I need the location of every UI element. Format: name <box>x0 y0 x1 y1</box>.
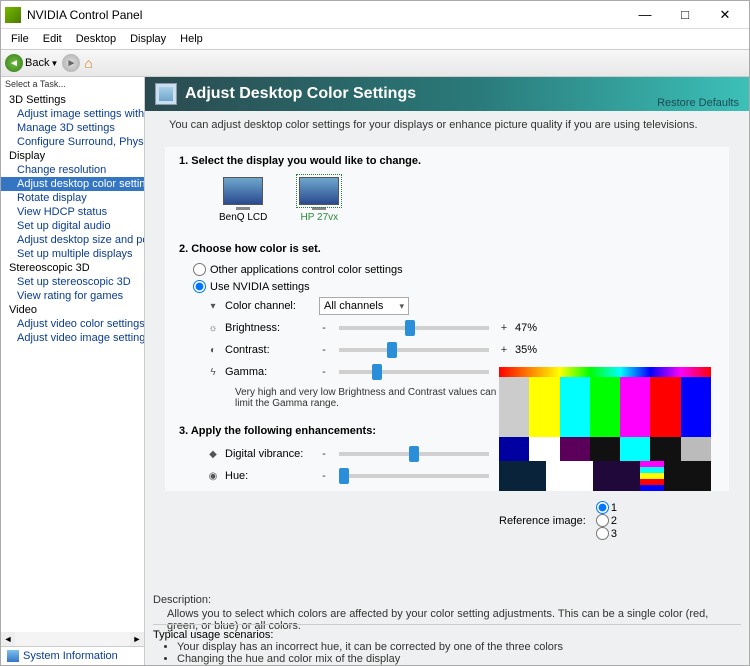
ref-image-radio-2[interactable] <box>596 514 609 527</box>
nav-item[interactable]: Configure Surround, PhysX <box>1 135 144 149</box>
radio-other-apps[interactable] <box>193 263 206 276</box>
nav-item[interactable]: Change resolution <box>1 163 144 177</box>
nav-item[interactable]: Adjust video image settings <box>1 331 144 345</box>
scenario-item: Changing the hue and color mix of the di… <box>177 653 741 665</box>
close-button[interactable]: ✕ <box>705 3 745 27</box>
nav-item[interactable]: Adjust desktop size and position <box>1 233 144 247</box>
scenario-item: Your display has an incorrect hue, it ca… <box>177 641 741 653</box>
color-slider-0[interactable] <box>339 326 489 330</box>
nav-item[interactable]: View HDCP status <box>1 205 144 219</box>
back-button[interactable]: ◄ Back ▼ <box>5 54 58 72</box>
category-display[interactable]: Display <box>1 149 144 163</box>
radio-nvidia[interactable] <box>193 280 206 293</box>
app-icon <box>5 7 21 23</box>
nav-item[interactable]: Set up stereoscopic 3D <box>1 275 144 289</box>
scroll-right-button[interactable]: ► <box>130 632 144 646</box>
color-icon: ☼ <box>207 323 219 334</box>
window-title: NVIDIA Control Panel <box>27 8 625 22</box>
minimize-button[interactable]: — <box>625 3 665 27</box>
chevron-down-icon: ▾ <box>399 301 404 312</box>
intro-text: You can adjust desktop color settings fo… <box>145 111 749 139</box>
task-hint: Select a Task... <box>1 77 144 91</box>
nav-item[interactable]: Rotate display <box>1 191 144 205</box>
monitor-icon <box>299 177 339 205</box>
system-information-link[interactable]: System Information <box>1 646 144 665</box>
maximize-button[interactable]: □ <box>665 3 705 27</box>
restore-defaults-link[interactable]: Restore Defaults <box>657 97 739 109</box>
color-icon: ϟ <box>207 367 219 378</box>
gamma-note: Very high and very low Brightness and Co… <box>207 383 507 413</box>
ref-image-radio-3[interactable] <box>596 527 609 540</box>
display-option[interactable]: HP 27vx <box>299 177 339 223</box>
menu-display[interactable]: Display <box>124 31 172 47</box>
reference-image-preview <box>499 367 711 487</box>
color-channel-dropdown[interactable]: All channels ▾ <box>319 297 409 315</box>
swatch-icon: ▾ <box>207 301 219 312</box>
ref-image-radio-1[interactable] <box>596 501 609 514</box>
color-slider-2[interactable] <box>339 370 489 374</box>
nav-item[interactable]: Adjust desktop color settings <box>1 177 144 191</box>
step2-heading: 2. Choose how color is set. <box>179 243 715 255</box>
menu-edit[interactable]: Edit <box>37 31 68 47</box>
nav-item[interactable]: Adjust video color settings <box>1 317 144 331</box>
scroll-track[interactable] <box>15 632 130 646</box>
back-arrow-icon: ◄ <box>5 54 23 72</box>
category-video[interactable]: Video <box>1 303 144 317</box>
category-3d-settings[interactable]: 3D Settings <box>1 93 144 107</box>
nav-item[interactable]: Set up multiple displays <box>1 247 144 261</box>
nav-item[interactable]: Manage 3D settings <box>1 121 144 135</box>
monitor-icon <box>223 177 263 205</box>
page-icon <box>155 83 177 105</box>
enh-slider-1[interactable] <box>339 474 489 478</box>
page-title: Adjust Desktop Color Settings <box>185 85 416 103</box>
sysinfo-icon <box>7 650 19 662</box>
category-stereoscopic-3d[interactable]: Stereoscopic 3D <box>1 261 144 275</box>
home-button[interactable]: ⌂ <box>84 55 92 71</box>
menu-file[interactable]: File <box>5 31 35 47</box>
nav-item[interactable]: Set up digital audio <box>1 219 144 233</box>
enh-icon: ◉ <box>207 471 219 482</box>
nav-item[interactable]: View rating for games <box>1 289 144 303</box>
scroll-left-button[interactable]: ◄ <box>1 632 15 646</box>
forward-button[interactable]: ► <box>62 54 80 72</box>
enh-slider-0[interactable] <box>339 452 489 456</box>
color-slider-1[interactable] <box>339 348 489 352</box>
nav-item[interactable]: Adjust image settings with preview <box>1 107 144 121</box>
menu-desktop[interactable]: Desktop <box>70 31 122 47</box>
reference-image-label: Reference image: <box>499 515 586 527</box>
description-heading: Description: <box>153 593 741 607</box>
scenarios-heading: Typical usage scenarios: <box>153 629 741 641</box>
enh-icon: ◆ <box>207 449 219 460</box>
display-option[interactable]: BenQ LCD <box>219 177 267 223</box>
color-icon: ◐ <box>207 345 219 356</box>
menu-help[interactable]: Help <box>174 31 209 47</box>
step1-heading: 1. Select the display you would like to … <box>179 155 715 167</box>
